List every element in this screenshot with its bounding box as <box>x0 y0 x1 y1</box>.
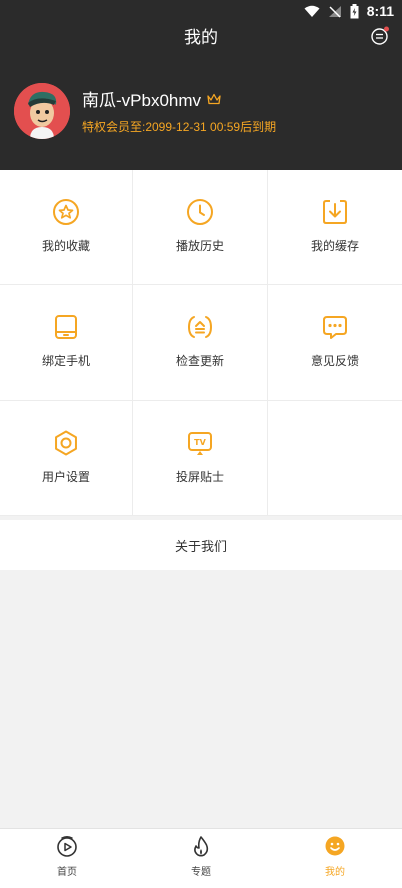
settings-icon <box>55 430 77 456</box>
cast-tips-button[interactable]: TV 投屏贴士 <box>133 401 268 516</box>
vip-expiry-text: 特权会员至:2099-12-31 00:59后到期 <box>82 120 277 134</box>
about-us-label: 关于我们 <box>174 539 227 555</box>
favorites-button[interactable]: 我的收藏 <box>0 170 133 285</box>
empty-cell <box>268 401 402 516</box>
tab-home[interactable]: 首页 <box>0 829 134 888</box>
avatar[interactable] <box>14 83 70 139</box>
tab-mine[interactable]: 我的 <box>268 829 402 888</box>
cast-tips-label: 投屏贴士 <box>175 470 224 484</box>
no-signal-icon <box>328 5 341 18</box>
bind-phone-button[interactable]: 绑定手机 <box>0 285 133 401</box>
favorites-label: 我的收藏 <box>41 239 90 253</box>
function-grid: 我的收藏 播放历史 我的缓存 绑定手机 检查更新 意见反馈 用户设置 TV 投屏… <box>0 170 402 516</box>
download-icon <box>323 200 347 224</box>
username: 南瓜-vPbx0hmv <box>82 91 202 110</box>
message-icon <box>371 26 389 45</box>
history-label: 播放历史 <box>175 239 224 253</box>
message-button[interactable] <box>370 26 390 46</box>
username-row: 南瓜-vPbx0hmv <box>82 86 221 111</box>
downloads-label: 我的缓存 <box>310 239 359 253</box>
svg-text:TV: TV <box>194 438 206 447</box>
check-update-label: 检查更新 <box>175 354 224 368</box>
avatar-image <box>14 83 70 139</box>
wifi-icon <box>304 5 320 17</box>
tab-topics-label: 专题 <box>191 867 211 878</box>
tab-mine-label: 我的 <box>325 867 345 878</box>
check-update-button[interactable]: 检查更新 <box>133 285 268 401</box>
feedback-label: 意见反馈 <box>310 354 359 368</box>
user-settings-button[interactable]: 用户设置 <box>0 401 133 516</box>
star-icon <box>53 199 79 225</box>
status-bar: 8:11 <box>0 0 402 22</box>
play-icon <box>57 836 77 857</box>
tablet-icon <box>55 315 77 339</box>
bottom-tab-bar: 首页 专题 我的 <box>0 828 402 888</box>
feedback-button[interactable]: 意见反馈 <box>268 285 402 401</box>
about-us-button[interactable]: 关于我们 <box>0 520 402 570</box>
bind-phone-label: 绑定手机 <box>41 354 90 368</box>
flame-icon <box>194 836 209 857</box>
chat-icon <box>323 316 347 339</box>
tab-topics[interactable]: 专题 <box>134 829 268 888</box>
status-time: 8:11 <box>366 3 394 19</box>
crown-icon <box>207 93 221 104</box>
update-icon <box>187 316 213 338</box>
clock-icon <box>187 199 213 225</box>
downloads-button[interactable]: 我的缓存 <box>268 170 402 285</box>
smile-icon <box>325 836 345 856</box>
profile-header: 我的 南瓜-vPbx0hmv 特权会员至:2099-12-31 00:59后到期 <box>0 22 402 170</box>
battery-icon <box>350 3 359 18</box>
tab-home-label: 首页 <box>57 867 77 878</box>
user-settings-label: 用户设置 <box>41 470 90 484</box>
page-title: 我的 <box>184 28 218 48</box>
tv-icon: TV <box>188 432 212 455</box>
history-button[interactable]: 播放历史 <box>133 170 268 285</box>
